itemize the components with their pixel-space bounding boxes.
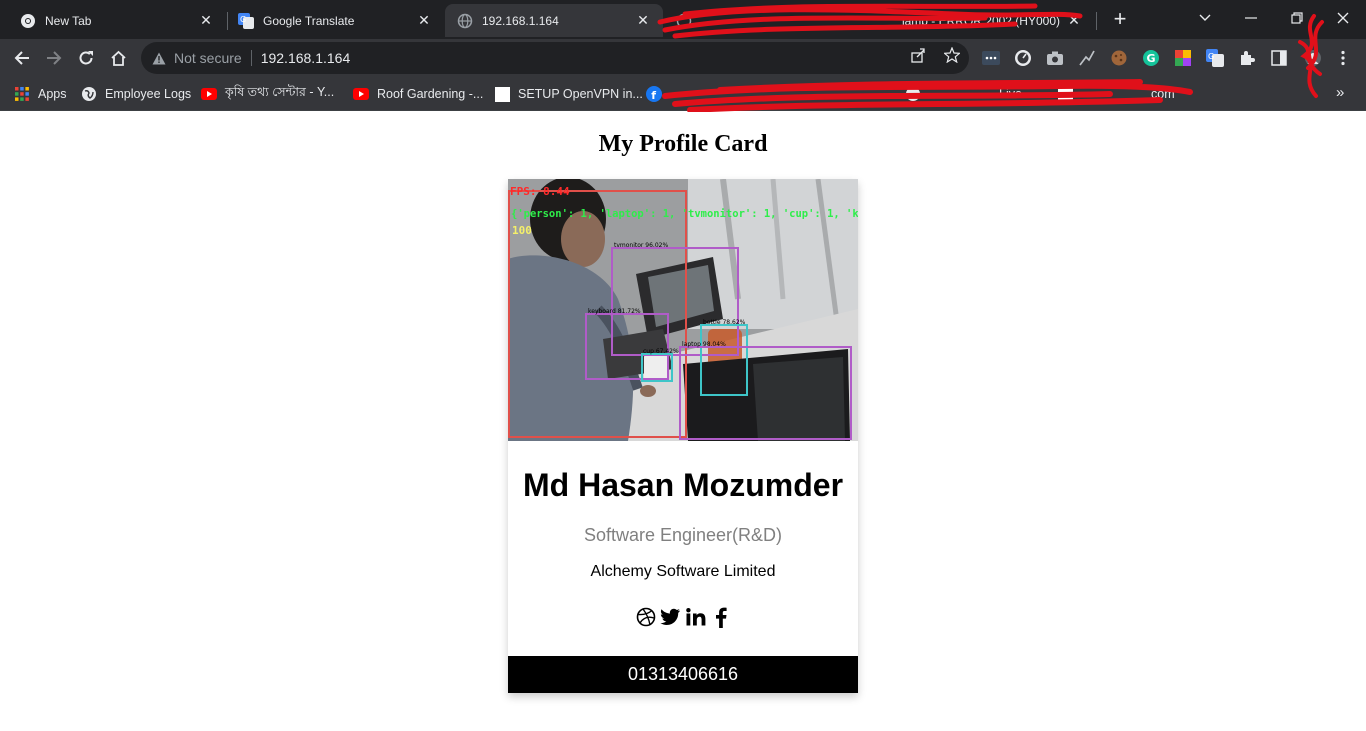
bookmarks-bar: Apps Employee Logs কৃষি তথ্য সেন্টার - Y… [0,77,1366,111]
profile-company: Alchemy Software Limited [590,563,776,580]
google-translate-icon: G [238,12,254,29]
tab-title: Google Translate [263,13,355,28]
profile-role: Software Engineer(R&D) [583,525,783,545]
browser-toolbar: Not secure 192.168.1.164 G G [0,39,1366,77]
bookmark-label: Employee Logs [105,87,192,101]
address-bar[interactable]: Not secure 192.168.1.164 [141,42,969,74]
count-overlay: 100 [512,224,532,237]
bookmark-label: কৃষি তথ্য সেন্টার - Y... [225,85,335,99]
reload-icon[interactable] [73,45,99,71]
grammarly-icon[interactable]: G [1142,49,1160,67]
google-translate-extension-icon[interactable]: G [1206,49,1224,67]
profile-avatar-icon[interactable] [1304,49,1322,67]
detection-label: laptop 98.04% [682,341,726,348]
warning-icon[interactable] [151,50,167,66]
profile-card: tvmonitor 96.02% keyboard 81.72% bottle … [508,179,858,693]
fps-overlay: FPS: 8.44 [510,185,570,198]
facebook-icon[interactable] [710,605,732,629]
bookmark-employee-logs[interactable]: Employee Logs [81,84,191,104]
globe-icon [81,86,97,102]
speedometer-icon[interactable] [1014,49,1032,67]
svg-text:G: G [240,15,246,24]
svg-text:G: G [1208,52,1214,61]
page-icon [494,86,510,102]
youtube-icon [353,86,369,102]
feather-icon[interactable] [1078,49,1096,67]
tab-new-tab[interactable]: New Tab ✕ [8,4,226,37]
tab-strip: New Tab ✕ G Google Translate ✕ 192.168.1… [0,0,1366,39]
profile-name: Md Hasan Mozumder [522,467,844,503]
bookmark-live[interactable]: Live [905,84,1022,104]
globe-icon [676,13,692,29]
security-label[interactable]: Not secure [174,50,242,66]
bookmark-krishi-tottho[interactable]: কৃষি তথ্য সেন্টার - Y... [201,84,334,104]
tab-title: lamp - ERROR 2002 (HY000) [901,13,1060,28]
facebook-icon: f [646,86,662,102]
color-picker-icon[interactable] [1174,49,1192,67]
svg-text:G: G [1147,52,1156,65]
menu-kebab-icon[interactable] [1334,49,1352,67]
camera-icon[interactable] [1046,49,1064,67]
detection-counts-overlay: {'person': 1, 'laptop': 1, 'tvmonitor': … [511,208,858,220]
forward-arrow-icon[interactable] [41,45,67,71]
close-icon[interactable]: ✕ [198,12,214,29]
tab-title: New Tab [45,13,92,28]
tab-active-page[interactable]: 192.168.1.164 ✕ [445,4,663,37]
extension-dots-icon[interactable] [982,49,1000,67]
bookmark-label: SETUP OpenVPN in... [518,87,643,101]
detection-label: keyboard 81.72% [588,308,641,315]
url-text[interactable]: 192.168.1.164 [261,50,351,66]
apps-grid-icon [14,86,30,102]
close-icon[interactable]: ✕ [416,12,432,29]
globe-icon [905,86,921,102]
new-tab-button[interactable]: + [1108,8,1132,32]
page-content: My Profile Card tvmonitor 96.02% keyboar… [0,112,1366,731]
tab-google-translate[interactable]: G Google Translate ✕ [226,4,444,37]
bookmark-facebook[interactable]: f [646,84,670,104]
linkedin-icon[interactable] [685,605,707,629]
close-icon[interactable]: ✕ [635,12,651,29]
tab-separator [1096,12,1097,30]
contact-phone-button[interactable]: 01313406616 [508,656,858,693]
social-links [508,605,858,629]
detection-label: cup 67.42% [643,348,679,355]
bookmark-label: com [1151,87,1175,101]
address-divider [250,50,252,66]
bookmark-label: Apps [38,87,67,101]
detection-label: tvmonitor 96.02% [614,242,668,249]
bookmark-label: Live [999,87,1022,101]
bookmark-setup-openvpn[interactable]: SETUP OpenVPN in... [494,84,643,104]
bookmark-star-icon[interactable] [942,45,962,65]
window-close-icon[interactable] [1328,6,1358,30]
youtube-icon [201,86,217,102]
side-panel-icon[interactable] [1270,49,1288,67]
restore-icon[interactable] [1282,6,1312,30]
bookmark-com[interactable]: com [1057,84,1175,104]
detection-label: bottle 78.62% [703,319,746,326]
tab-title: 192.168.1.164 [482,13,559,28]
chrome-icon [20,13,36,29]
share-icon[interactable] [908,45,928,65]
twitter-icon[interactable] [660,605,682,629]
minimize-icon[interactable] [1236,6,1266,30]
extensions-puzzle-icon[interactable] [1238,49,1256,67]
bookmark-apps[interactable]: Apps [14,84,67,104]
home-icon[interactable] [105,45,131,71]
globe-icon [457,13,473,29]
svg-text:f: f [651,89,656,102]
tab-lamp-error[interactable]: lamp - ERROR 2002 (HY000) ✕ [664,4,1094,37]
page-title: My Profile Card [598,131,768,157]
back-arrow-icon[interactable] [9,45,35,71]
tab-search-icon[interactable] [1190,6,1220,30]
page-icon [1057,86,1073,102]
cookie-icon[interactable] [1110,49,1128,67]
close-icon[interactable]: ✕ [1066,12,1082,29]
profile-photo: tvmonitor 96.02% keyboard 81.72% bottle … [508,179,858,441]
bookmark-label: Roof Gardening -... [377,87,484,101]
bookmark-roof-gardening[interactable]: Roof Gardening -... [353,84,483,104]
dribbble-icon[interactable] [635,605,657,629]
bookmarks-overflow-icon[interactable]: » [1336,84,1344,101]
